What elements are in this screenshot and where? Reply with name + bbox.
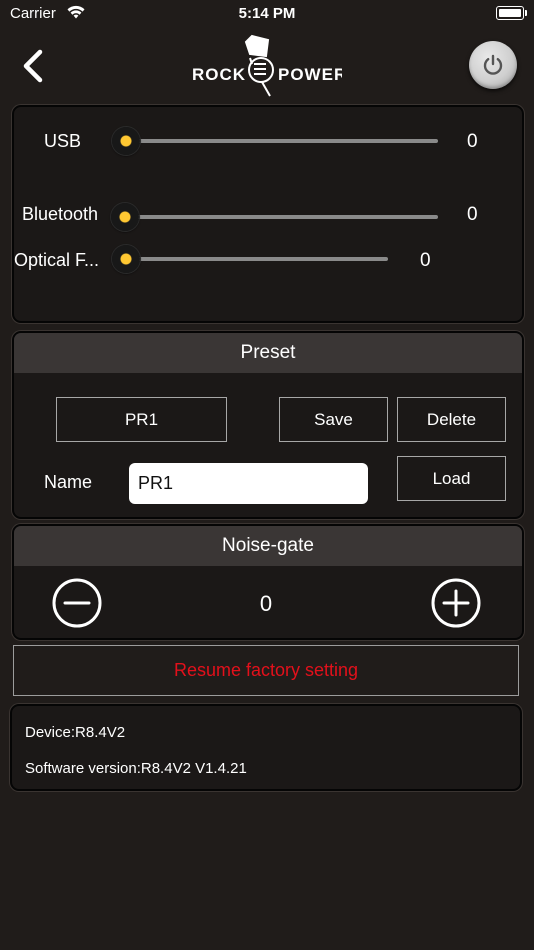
preset-title: Preset xyxy=(14,333,522,373)
optical-slider-track[interactable] xyxy=(126,257,388,261)
chevron-left-icon xyxy=(18,49,48,88)
bluetooth-value: 0 xyxy=(467,204,478,225)
preset-name-input[interactable]: PR1 xyxy=(129,463,368,504)
usb-label: USB xyxy=(44,131,82,151)
device-info-panel: Device:R8.4V2 Software version:R8.4V2 V1… xyxy=(10,704,522,791)
volume-panel: USB 0 Bluetooth 0 Optical F... 0 xyxy=(12,105,524,323)
clock: 5:14 PM xyxy=(238,5,296,22)
bluetooth-slider-knob[interactable] xyxy=(111,203,139,231)
noise-gate-title: Noise-gate xyxy=(14,526,522,566)
power-button[interactable] xyxy=(469,41,517,89)
svg-text:ROCK: ROCK xyxy=(192,65,246,84)
software-version-label: Software version:R8.4V2 V1.4.21 xyxy=(25,760,247,777)
increase-button[interactable] xyxy=(431,578,481,628)
svg-text:POWER: POWER xyxy=(278,65,342,84)
noise-gate-panel: Noise-gate 0 xyxy=(12,524,524,640)
power-icon xyxy=(481,53,505,82)
plus-circle-icon xyxy=(431,578,481,632)
minus-circle-icon xyxy=(52,578,102,632)
preset-panel: Preset PR1 Save Delete Name PR1 Load xyxy=(12,331,524,519)
bluetooth-label: Bluetooth xyxy=(22,204,99,224)
rockpower-logo: ROCK POWER xyxy=(190,34,346,98)
device-label: Device:R8.4V2 xyxy=(25,724,126,741)
resume-factory-button[interactable]: Resume factory setting xyxy=(13,645,519,696)
bluetooth-slider-track[interactable] xyxy=(126,215,438,219)
back-button[interactable] xyxy=(18,48,48,84)
usb-slider-track[interactable] xyxy=(126,139,438,143)
optical-label: Optical F... xyxy=(14,250,100,270)
status-bar: Carrier 5:14 PM xyxy=(0,0,534,28)
optical-slider-knob[interactable] xyxy=(112,245,140,273)
save-button[interactable]: Save xyxy=(279,397,388,442)
optical-value: 0 xyxy=(420,250,431,271)
battery-icon xyxy=(496,6,527,20)
delete-button[interactable]: Delete xyxy=(397,397,506,442)
preset-select-button[interactable]: PR1 xyxy=(56,397,227,442)
usb-value: 0 xyxy=(467,131,478,152)
load-button[interactable]: Load xyxy=(397,456,506,501)
usb-slider-knob[interactable] xyxy=(112,127,140,155)
name-label: Name xyxy=(44,472,93,492)
